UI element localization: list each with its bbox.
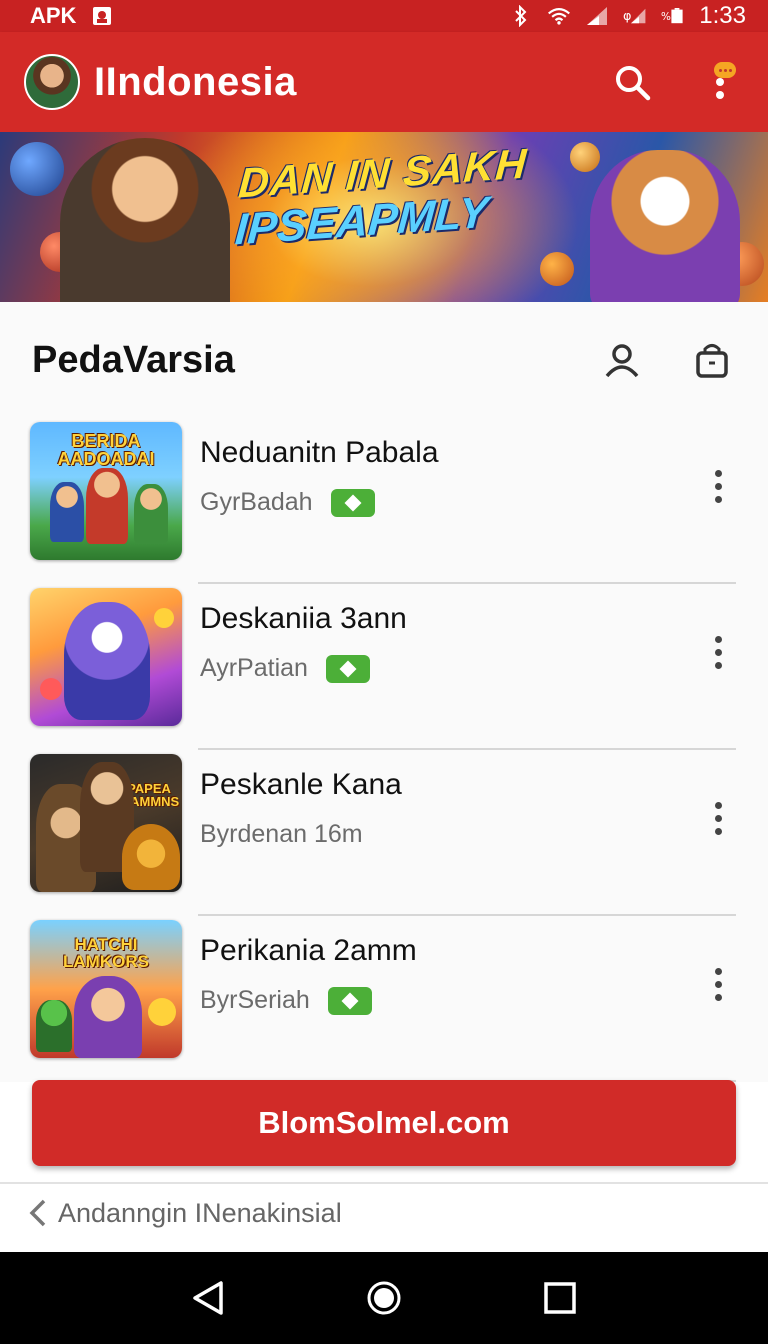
section-title: PedaVarsia: [32, 338, 235, 381]
game-thumbnail: PAPEA GAMMNS: [30, 754, 182, 892]
app-bar: IIndonesia: [0, 32, 768, 132]
list-item[interactable]: Deskaniia 3ann AyrPatian: [0, 584, 768, 750]
install-badge[interactable]: [327, 986, 372, 1015]
item-subtitle: Byrdenan 16m: [200, 820, 363, 848]
banner-orb: [570, 142, 600, 172]
svg-text:%: %: [661, 11, 671, 23]
app-title: IIndonesia: [94, 59, 297, 104]
game-thumbnail: HATCHI LAMKORS: [30, 920, 182, 1058]
thumbnail-title: HATCHI LAMKORS: [63, 935, 149, 971]
item-subtitle: AyrPatian: [200, 654, 308, 682]
recents-nav-button[interactable]: [536, 1274, 584, 1322]
recents-square-icon: [544, 1282, 576, 1314]
clock: 1:33: [699, 2, 746, 29]
install-badge[interactable]: [330, 488, 375, 517]
svg-text:φ: φ: [623, 9, 631, 24]
list-item[interactable]: HATCHI LAMKORS Perikania 2amm ByrSeriah: [0, 916, 768, 1082]
back-link-label: Andanngin INenakinsial: [58, 1197, 342, 1228]
banner-orb: [10, 142, 64, 196]
search-button[interactable]: [608, 58, 656, 106]
more-menu-button[interactable]: [696, 58, 744, 106]
list-item[interactable]: PAPEA GAMMNS Peskanle Kana Byrdenan 16m: [0, 750, 768, 916]
shop-button[interactable]: [688, 336, 736, 384]
avatar[interactable]: [24, 54, 80, 110]
section-header: PedaVarsia: [0, 302, 768, 418]
game-list: BERIDA AADOADAI Neduanitn Pabala GyrBada…: [0, 418, 768, 1082]
back-triangle-icon: [193, 1281, 223, 1315]
back-link[interactable]: Andanngin INenakinsial: [26, 1190, 342, 1236]
status-bar: APK φ % 1:33: [0, 0, 768, 32]
item-more-button[interactable]: [704, 794, 732, 842]
banner-hero-character: [60, 138, 230, 302]
back-nav-button[interactable]: [184, 1274, 232, 1322]
banner-orb: [540, 252, 574, 286]
home-nav-button[interactable]: [360, 1274, 408, 1322]
footer-divider: [0, 1182, 768, 1184]
item-title: Neduanitn Pabala: [200, 436, 439, 469]
item-title: Perikania 2amm: [200, 934, 417, 967]
promo-banner[interactable]: DAN IN SAKH IPSEAPMLY: [0, 132, 768, 302]
game-thumbnail: BERIDA AADOADAI: [30, 422, 182, 560]
android-icon: [90, 5, 114, 27]
banner-cat-character: [590, 150, 740, 302]
carrier-label: APK: [30, 3, 77, 28]
item-title: Peskanle Kana: [200, 768, 402, 801]
notification-icon: [714, 62, 736, 78]
game-thumbnail: [30, 588, 182, 726]
item-more-button[interactable]: [704, 628, 732, 676]
search-icon: [616, 66, 651, 101]
chevron-left-icon: [29, 1199, 46, 1227]
home-circle-icon: [367, 1281, 401, 1315]
profile-button[interactable]: [598, 336, 646, 384]
website-button[interactable]: BlomSolmel.com: [32, 1080, 736, 1166]
thumbnail-title: BERIDA AADOADAI: [57, 431, 155, 469]
bluetooth-icon: [509, 5, 533, 27]
item-subtitle: ByrSeriah: [200, 986, 310, 1014]
user-icon: [605, 344, 639, 378]
bag-icon: [696, 344, 728, 378]
signal-icon: [585, 5, 609, 27]
list-item[interactable]: BERIDA AADOADAI Neduanitn Pabala GyrBada…: [0, 418, 768, 584]
system-nav-bar: [0, 1252, 768, 1344]
wifi-icon: [547, 5, 571, 27]
install-badge[interactable]: [325, 654, 370, 683]
item-more-button[interactable]: [704, 960, 732, 1008]
signal-alt-icon: φ: [623, 5, 647, 27]
battery-icon: %: [661, 5, 685, 27]
item-title: Deskaniia 3ann: [200, 602, 407, 635]
item-more-button[interactable]: [704, 462, 732, 510]
item-subtitle: GyrBadah: [200, 488, 313, 516]
